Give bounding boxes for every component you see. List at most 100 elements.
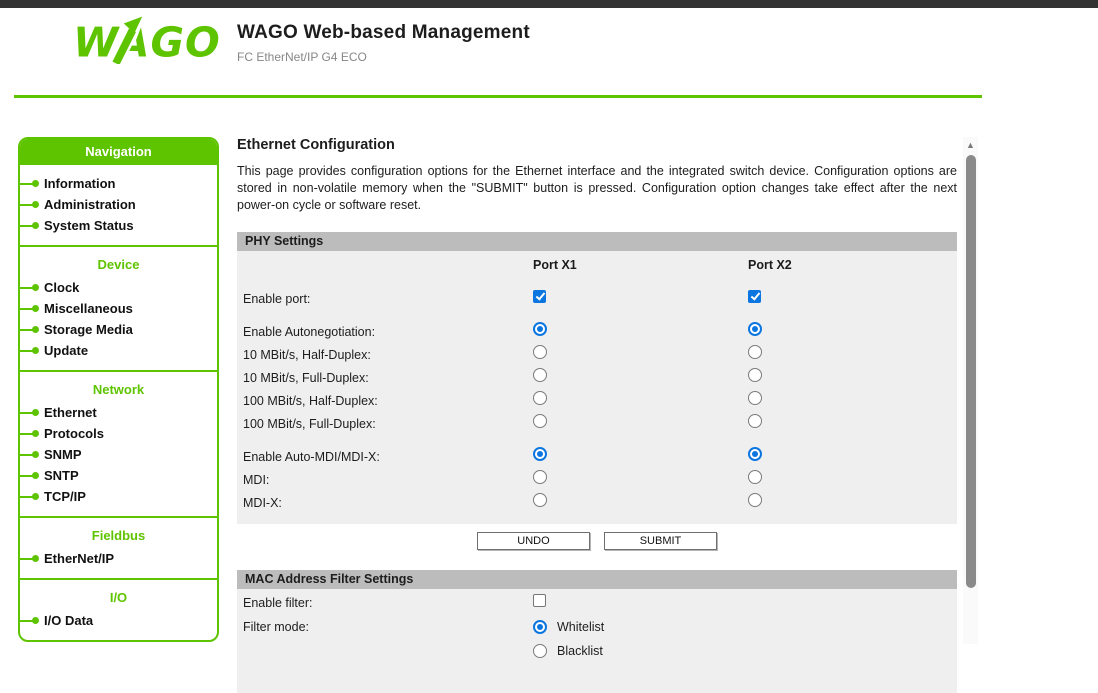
filter-mode-option-whitelist: Whitelist (533, 620, 957, 634)
column-header-port-x1: Port X1 (533, 256, 748, 272)
ctrl-cell-x1 (533, 470, 748, 489)
phy-column-headers: Port X1Port X2 (237, 251, 957, 277)
phy-row-enable-autonegotiation: Enable Autonegotiation: (237, 320, 957, 343)
form-buttons: UNDO SUBMIT (237, 532, 957, 550)
sidebar-section-navigation: Information Administration System Status (20, 165, 217, 245)
mac-body: Enable filter:Filter mode:WhitelistBlack… (237, 589, 957, 693)
sidebar-item-protocols[interactable]: Protocols (20, 423, 217, 444)
ctrl-cell-x1 (533, 322, 748, 341)
sidebar-item-label: Protocols (44, 426, 104, 441)
nav-bullet-icon (20, 412, 33, 414)
sidebar-item-clock[interactable]: Clock (20, 277, 217, 298)
mdi-x2-radio[interactable] (748, 470, 762, 484)
100-mbit-s-full-duplex-x2-radio[interactable] (748, 414, 762, 428)
enable-port-x2-checkbox[interactable] (748, 290, 761, 303)
100-mbit-s-half-duplex-x2-radio[interactable] (748, 391, 762, 405)
nav-bullet-icon (20, 308, 33, 310)
ctrl-cell-x2 (748, 493, 957, 512)
phy-section-header: PHY Settings (237, 232, 957, 251)
sidebar-item-miscellaneous[interactable]: Miscellaneous (20, 298, 217, 319)
row-label: Enable Autonegotiation: (237, 325, 533, 339)
sidebar-item-system-status[interactable]: System Status (20, 215, 217, 236)
header-text-block: WAGO Web-based Management FC EtherNet/IP… (237, 22, 530, 64)
mac-filter-section: MAC Address Filter Settings Enable filte… (237, 570, 957, 693)
ctrl-cell-x2 (748, 414, 957, 433)
sidebar-item-ethernet[interactable]: Ethernet (20, 402, 217, 423)
mac-section-header: MAC Address Filter Settings (237, 570, 957, 589)
ctrl-cell-x1 (533, 414, 748, 433)
enable-autonegotiation-x2-radio[interactable] (748, 322, 762, 336)
sidebar-section-network: NetworkEthernetProtocolsSNMPSNTPTCP/IP (20, 370, 217, 516)
nav-bullet-icon (20, 454, 33, 456)
enable-auto-mdi-mdi-x-x2-radio[interactable] (748, 447, 762, 461)
mdi-x1-radio[interactable] (533, 470, 547, 484)
ctrl-cell-x1 (533, 290, 748, 308)
enable-port-x1-checkbox[interactable] (533, 290, 546, 303)
sidebar-item-administration[interactable]: Administration (20, 194, 217, 215)
sidebar-item-information[interactable]: Information (20, 173, 217, 194)
column-header-port-x2: Port X2 (748, 256, 957, 272)
phy-row-mdi-x: MDI-X: (237, 491, 957, 514)
sidebar-item-tcp-ip[interactable]: TCP/IP (20, 486, 217, 507)
undo-button[interactable]: UNDO (477, 532, 590, 550)
nav-bullet-icon (20, 350, 33, 352)
nav-bullet-icon (20, 433, 33, 435)
sidebar-item-sntp[interactable]: SNTP (20, 465, 217, 486)
filter-mode-blacklist-radio[interactable] (533, 644, 547, 658)
sidebar-item-label: Information (44, 176, 116, 191)
phy-row-100-mbit-s-full-duplex: 100 MBit/s, Full-Duplex: (237, 412, 957, 435)
row-label: Enable port: (237, 292, 533, 306)
10-mbit-s-full-duplex-x1-radio[interactable] (533, 368, 547, 382)
10-mbit-s-half-duplex-x2-radio[interactable] (748, 345, 762, 359)
scrollbar-up-button[interactable]: ▲ (963, 137, 978, 153)
phy-row-100-mbit-s-half-duplex: 100 MBit/s, Half-Duplex: (237, 389, 957, 412)
device-subtitle: FC EtherNet/IP G4 ECO (237, 50, 530, 64)
sidebar-item-label: SNMP (44, 447, 82, 462)
scrollbar[interactable]: ▲ (963, 137, 978, 644)
phy-row-enable-port: Enable port: (237, 287, 957, 310)
option-label-blacklist[interactable]: Blacklist (557, 644, 603, 658)
enable-autonegotiation-x1-radio[interactable] (533, 322, 547, 336)
enable-filter-checkbox[interactable] (533, 594, 546, 607)
100-mbit-s-full-duplex-x1-radio[interactable] (533, 414, 547, 428)
sidebar-item-update[interactable]: Update (20, 340, 217, 361)
phy-settings-section: PHY Settings Port X1Port X2 Enable port: E… (237, 232, 957, 524)
sidebar-item-ethernet-ip[interactable]: EtherNet/IP (20, 548, 217, 569)
ctrl-cell-x1 (533, 345, 748, 364)
phy-row-mdi: MDI: (237, 468, 957, 491)
mdi-x-x2-radio[interactable] (748, 493, 762, 507)
sidebar-section-i-o: I/OI/O Data (20, 578, 217, 640)
wago-logo: W AGO (76, 16, 222, 64)
option-label-whitelist[interactable]: Whitelist (557, 620, 604, 634)
nav-bullet-icon (20, 620, 33, 622)
sidebar-item-i-o-data[interactable]: I/O Data (20, 610, 217, 631)
10-mbit-s-full-duplex-x2-radio[interactable] (748, 368, 762, 382)
phy-group-2: Enable Auto-MDI/MDI-X: MDI: MDI-X: (237, 445, 957, 514)
sidebar-section-title-i-o: I/O (20, 588, 217, 610)
phy-group-0: Enable port: (237, 287, 957, 310)
nav-bullet-icon (20, 204, 33, 206)
100-mbit-s-half-duplex-x1-radio[interactable] (533, 391, 547, 405)
mac-row-filter-mode-whitelist: Filter mode:Whitelist (237, 615, 957, 639)
top-black-bar (0, 0, 1098, 8)
submit-button[interactable]: SUBMIT (604, 532, 717, 550)
row-label: 100 MBit/s, Half-Duplex: (237, 394, 533, 408)
scrollbar-thumb[interactable] (966, 155, 976, 588)
scroll-up-icon: ▲ (966, 140, 975, 150)
filter-mode-whitelist-radio[interactable] (533, 620, 547, 634)
row-label: Enable Auto-MDI/MDI-X: (237, 450, 533, 464)
sidebar-item-storage-media[interactable]: Storage Media (20, 319, 217, 340)
sidebar-item-label: System Status (44, 218, 134, 233)
ctrl-cell-x2 (748, 368, 957, 387)
sidebar-item-label: Update (44, 343, 88, 358)
sidebar-item-label: Administration (44, 197, 136, 212)
enable-auto-mdi-mdi-x-x1-radio[interactable] (533, 447, 547, 461)
row-label: MDI: (237, 473, 533, 487)
sidebar-item-snmp[interactable]: SNMP (20, 444, 217, 465)
sidebar-item-label: Ethernet (44, 405, 97, 420)
page-description: This page provides configuration options… (237, 163, 957, 214)
nav-bullet-icon (20, 183, 33, 185)
mdi-x-x1-radio[interactable] (533, 493, 547, 507)
10-mbit-s-half-duplex-x1-radio[interactable] (533, 345, 547, 359)
nav-bullet-icon (20, 475, 33, 477)
